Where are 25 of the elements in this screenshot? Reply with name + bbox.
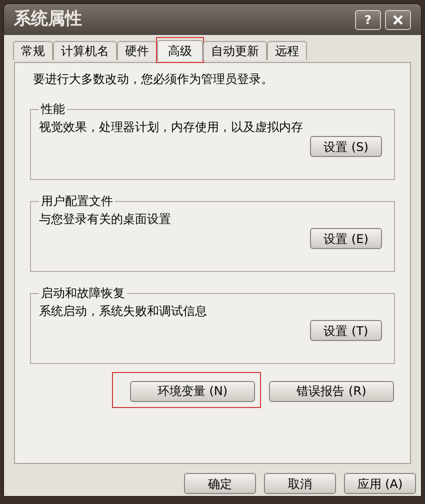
action-button[interactable]: 环境变量 (N) xyxy=(130,380,255,402)
group-title: 性能 xyxy=(40,101,66,118)
dialog-button[interactable]: 确定 xyxy=(184,473,256,494)
settings-button[interactable]: 设置 (E) xyxy=(310,228,382,249)
tab[interactable]: 远程 xyxy=(267,41,307,60)
notice-text: 要进行大多数改动，您必须作为管理员登录。 xyxy=(32,71,274,88)
window-title: 系统属性 xyxy=(14,8,83,31)
tab[interactable]: 常规 xyxy=(13,41,53,60)
tab[interactable]: 计算机名 xyxy=(53,41,117,60)
dialog-button[interactable]: 应用 (A) xyxy=(344,473,416,494)
tab[interactable]: 硬件 xyxy=(117,41,157,60)
close-button[interactable] xyxy=(385,10,411,30)
tab[interactable]: 自动更新 xyxy=(203,41,267,60)
group-title: 启动和故障恢复 xyxy=(40,285,126,302)
settings-button[interactable]: 设置 (T) xyxy=(310,320,382,341)
close-icon xyxy=(393,14,403,24)
tab[interactable]: 高级 xyxy=(157,40,203,61)
action-button[interactable]: 错误报告 (R) xyxy=(269,380,394,402)
settings-button[interactable]: 设置 (S) xyxy=(310,136,382,157)
group-description: 与您登录有关的桌面设置 xyxy=(39,211,172,228)
group-title: 用户配置文件 xyxy=(40,193,114,210)
dialog-button[interactable]: 取消 xyxy=(264,473,336,494)
help-button[interactable]: ? xyxy=(355,10,381,30)
group-description: 视觉效果，处理器计划，内存使用，以及虚拟内存 xyxy=(39,119,304,136)
group-description: 系统启动，系统失败和调试信息 xyxy=(39,303,208,320)
